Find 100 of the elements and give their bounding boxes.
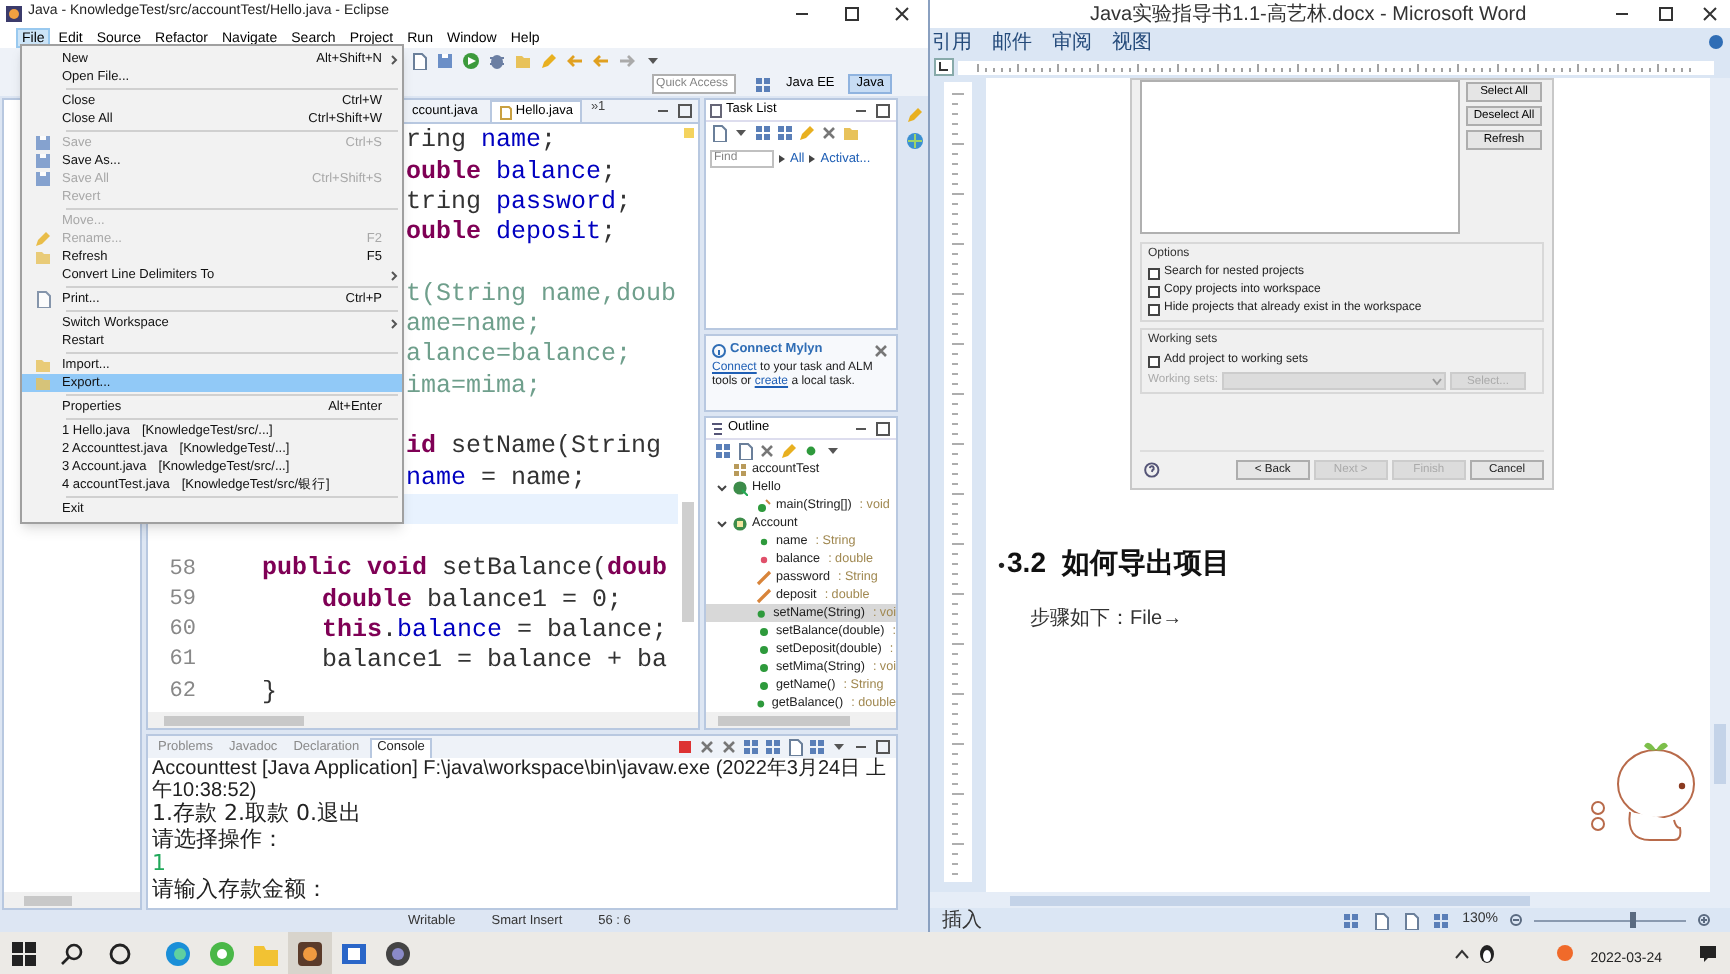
checkbox[interactable] (1148, 303, 1160, 315)
cross-icon[interactable] (872, 341, 890, 359)
window-title: Java实验指导书1.1-高艺林.docx - Microsoft Word (1090, 1, 1527, 29)
code-line: ouble deposit; (406, 216, 617, 251)
ribbon-tab[interactable]: 视图 (1112, 27, 1152, 57)
code-line: ring name; (406, 124, 557, 159)
scrollbar-thumb[interactable] (682, 502, 694, 622)
status-mode: 插入 (942, 907, 982, 935)
close-icon[interactable] (894, 5, 910, 21)
code-line: balance1 = balance + ba (320, 644, 668, 679)
maximize-icon[interactable] (1658, 6, 1674, 22)
grid-icon[interactable] (776, 123, 794, 141)
zoom-out-icon[interactable] (1510, 914, 1522, 926)
cross-icon[interactable] (698, 738, 716, 756)
browser-icon[interactable] (164, 939, 192, 967)
arrow-right-icon[interactable] (618, 51, 636, 69)
circle-icon[interactable] (108, 941, 132, 965)
outline-icon (710, 421, 724, 435)
method-icon (756, 497, 772, 513)
console-output-text: 1.存款 2.取款 0.退出 (152, 802, 363, 827)
folder-icon (33, 248, 51, 266)
dot-app-icon[interactable] (1556, 944, 1575, 962)
page-icon[interactable] (786, 738, 804, 756)
code-line: t(String name,doub (406, 277, 677, 312)
grid-icon[interactable] (808, 738, 826, 756)
line-number: 59 (167, 585, 198, 616)
bug-icon[interactable] (488, 51, 506, 69)
grid-icon[interactable] (742, 738, 760, 756)
maximize-icon[interactable] (844, 5, 860, 21)
project-list[interactable] (1140, 80, 1460, 234)
cross-icon[interactable] (720, 738, 738, 756)
checkbox[interactable] (1148, 267, 1160, 279)
page-icon[interactable] (710, 123, 728, 141)
maximize-icon[interactable] (676, 102, 694, 120)
maximize-icon[interactable] (874, 419, 892, 437)
ribbon-tab[interactable]: 引用 (932, 27, 972, 57)
console-header: Accounttest [Java Application] F:\java\workspace\bin\javaw.exe (2022年3月24日 上午10:38:52) (150, 758, 888, 802)
app-icon (6, 5, 22, 21)
scrollbar-thumb[interactable] (1714, 724, 1726, 784)
grid-icon[interactable] (764, 738, 782, 756)
page-icon[interactable] (736, 441, 754, 459)
slider-thumb[interactable] (1629, 912, 1636, 928)
scrollbar-thumb[interactable] (1010, 895, 1530, 905)
package-icon (732, 461, 748, 477)
ide-app-icon[interactable] (296, 939, 324, 967)
class-icon (732, 515, 748, 531)
tab-stop-icon[interactable] (934, 58, 954, 76)
document-paragraph: 步骤如下：File→ (1030, 605, 1185, 634)
grid-icon[interactable] (754, 75, 773, 93)
grid-icon[interactable] (754, 123, 772, 141)
chevron-icon[interactable] (715, 517, 727, 529)
grid-icon[interactable] (1432, 911, 1451, 929)
help-icon[interactable] (1144, 461, 1160, 477)
chevron-icon[interactable] (715, 481, 727, 493)
horizontal-scrollbar[interactable] (930, 892, 1730, 908)
grid-icon[interactable] (714, 441, 732, 459)
code-line: this.balance = balance; (320, 614, 668, 648)
dot-icon[interactable] (802, 441, 820, 459)
scrollbar-thumb[interactable] (164, 715, 304, 725)
line-number: 62 (167, 677, 198, 708)
notification-icon[interactable] (1698, 943, 1718, 963)
chevron-up-icon[interactable] (1454, 947, 1471, 959)
document-heading: 3.2 如何导出项目 (1007, 544, 1230, 582)
close-icon[interactable] (1702, 6, 1718, 22)
info-icon (712, 343, 726, 357)
penguin-icon[interactable] (1478, 943, 1497, 963)
ribbon-tab[interactable]: 审阅 (1052, 27, 1092, 57)
zoom-slider[interactable] (1534, 912, 1686, 928)
code-line: name = name; (406, 461, 587, 496)
maximize-icon[interactable] (874, 738, 892, 756)
zoom-in-icon[interactable] (1698, 914, 1710, 926)
code-line: id setName(String (406, 430, 662, 465)
paragraph-marker: • (998, 554, 1006, 582)
window-app-icon[interactable] (340, 939, 368, 967)
code-line: ouble balance; (406, 155, 617, 190)
globe-icon[interactable] (905, 132, 923, 150)
ribbon-tab[interactable]: 邮件 (992, 27, 1032, 57)
ring-app-icon[interactable] (208, 939, 236, 967)
maximize-icon[interactable] (874, 101, 892, 119)
windows-logo-icon[interactable] (12, 941, 36, 965)
stop-icon[interactable] (676, 738, 694, 756)
help-icon[interactable] (1708, 34, 1724, 50)
console-output-text: 请选择操作： (152, 827, 286, 852)
console-output-text: 请输入存款金额： (152, 877, 330, 902)
grid-icon[interactable] (1342, 911, 1361, 929)
triangle-right-icon (808, 154, 817, 165)
search-icon[interactable] (60, 941, 84, 965)
code-line: ame=name; (406, 308, 542, 342)
scrollbar-thumb[interactable] (24, 895, 72, 905)
play-icon[interactable] (462, 51, 480, 69)
cross-icon[interactable] (820, 123, 838, 141)
code-line: } (260, 675, 278, 710)
checkbox[interactable] (1148, 285, 1160, 297)
class-icon (732, 479, 748, 495)
cross-icon[interactable] (758, 441, 776, 459)
vertical-scrollbar[interactable] (1710, 78, 1730, 892)
code-line: public void setBalance(doub (260, 552, 668, 587)
line-number: 60 (167, 616, 198, 647)
round-app-icon[interactable] (384, 939, 412, 967)
scrollbar-thumb[interactable] (718, 715, 850, 725)
